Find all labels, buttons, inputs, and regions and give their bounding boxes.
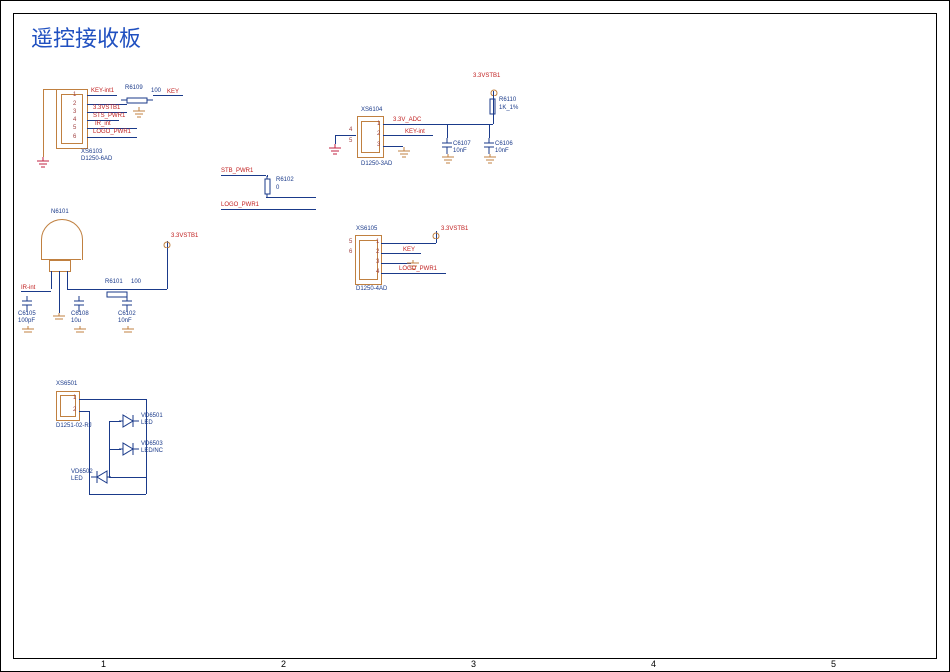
pin: 3 <box>73 109 76 115</box>
pin: 4 <box>73 117 76 123</box>
page-title: 遥控接收板 <box>31 21 141 53</box>
ref-vd6501: VD6501 <box>141 413 163 419</box>
val-vd6503: LED/NC <box>141 448 163 454</box>
gnd-icon <box>397 147 411 159</box>
gnd-icon <box>52 313 66 323</box>
val-vd6501: LED <box>141 420 153 426</box>
gnd-icon <box>73 326 87 336</box>
ref-c6106: C6106 <box>495 141 513 147</box>
pin: 6 <box>73 134 76 140</box>
ref-vd6503: VD6503 <box>141 441 163 447</box>
net-33v-adc: 3.3V_ADC <box>393 117 421 123</box>
net-key-b: KEY <box>403 247 415 253</box>
pin-alt: 6 <box>349 249 352 255</box>
pin: 3 <box>376 259 379 265</box>
net-key-int: KEY-int <box>405 129 425 135</box>
net-ir-int: IR_int <box>95 121 111 127</box>
pin-alt: 5 <box>349 239 352 245</box>
pin-alt: 4 <box>349 127 352 133</box>
pin: 1 <box>73 92 76 98</box>
pin: 1 <box>377 121 380 127</box>
ir-sensor-icon <box>41 219 83 260</box>
ref-c6107: C6107 <box>453 141 471 147</box>
led-vd6503 <box>119 441 139 466</box>
led-vd6502 <box>91 469 111 494</box>
ref-xs6103: XS6103 <box>81 149 102 155</box>
ref-r6110: R6110 <box>499 97 516 103</box>
val-r6101: 100 <box>131 279 141 285</box>
pin: 2 <box>376 249 379 255</box>
ref-xs6501: XS6501 <box>56 381 77 387</box>
val-c6102: 10nF <box>118 318 132 324</box>
net-33vstb1-d: 3.3VSTB1 <box>171 233 198 239</box>
net-logo-pwr1-c: LOGO_PWR1 <box>399 266 437 272</box>
val-xs6105: D1250-4AD <box>356 286 387 292</box>
ref-c6105: C6105 <box>18 311 36 317</box>
pin: 2 <box>73 101 76 107</box>
val-r6110: 1K_1% <box>499 105 518 111</box>
val-xs6103: D1250-6AD <box>81 156 112 162</box>
net-33vstb1-c: 3.3VSTB1 <box>441 226 468 232</box>
gnd-icon <box>36 157 50 169</box>
pin: 1 <box>73 395 76 401</box>
resistor-r6110 <box>488 96 498 123</box>
ref-r6109: R6109 <box>125 85 143 91</box>
ruler-3: 3 <box>471 659 476 669</box>
resistor-r6102 <box>263 176 273 203</box>
val-vd6502: LED <box>71 476 83 482</box>
pin: 2 <box>377 131 380 137</box>
val-xs6104: D1250-3AD <box>361 161 392 167</box>
led-vd6501 <box>119 413 139 438</box>
net-logo-pwr1-b: LOGO_PWR1 <box>221 202 259 208</box>
net-33vstb1-a: 3.3VSTB1 <box>93 105 120 111</box>
net-logo-pwr1-a: LOGO_PWR1 <box>93 129 131 135</box>
gnd-icon <box>441 154 455 164</box>
pin-alt: 5 <box>349 138 352 144</box>
net-stb-pwr1: STB_PWR1 <box>221 168 253 174</box>
pin: 5 <box>73 125 76 131</box>
gnd-icon <box>121 326 135 336</box>
ref-vd6502: VD6502 <box>71 469 93 475</box>
pin: 1 <box>376 239 379 245</box>
val-xs6501: D1251-02-RJ <box>56 423 92 429</box>
ref-n6101: N6101 <box>51 209 69 215</box>
gnd-icon <box>328 144 342 156</box>
resistor-r6109 <box>121 92 153 110</box>
ref-xs6105: XS6105 <box>356 226 377 232</box>
net-33vstb1-b: 3.3VSTB1 <box>473 73 500 79</box>
val-c6108: 10u <box>71 318 81 324</box>
ref-c6108: C6108 <box>71 311 89 317</box>
val-c6105: 100pF <box>18 318 35 324</box>
gnd-icon <box>21 326 35 336</box>
ruler-2: 2 <box>281 659 286 669</box>
ruler-5: 5 <box>831 659 836 669</box>
val-c6106: 10nF <box>495 148 509 154</box>
ref-xs6104: XS6104 <box>361 107 382 113</box>
ruler-4: 4 <box>651 659 656 669</box>
connector-xs6501 <box>56 391 80 421</box>
net-sts-pwr1: STS_PWR1 <box>93 113 125 119</box>
pin: 3 <box>377 142 380 148</box>
val-c6107: 10nF <box>453 148 467 154</box>
ref-r6102: R6102 <box>276 177 294 183</box>
val-r6109: 100 <box>151 88 161 94</box>
power-arrow-icon <box>431 226 441 244</box>
connector-xs6103 <box>56 89 88 149</box>
ref-c6102: C6102 <box>118 311 136 317</box>
pin: 4 <box>376 269 379 275</box>
net-key-int1: KEY-int1 <box>91 88 114 94</box>
val-r6102: 0 <box>276 185 279 191</box>
gnd-icon <box>483 154 497 164</box>
pin: 2 <box>73 407 76 413</box>
ruler-1: 1 <box>101 659 106 669</box>
ref-r6101: R6101 <box>105 279 123 285</box>
